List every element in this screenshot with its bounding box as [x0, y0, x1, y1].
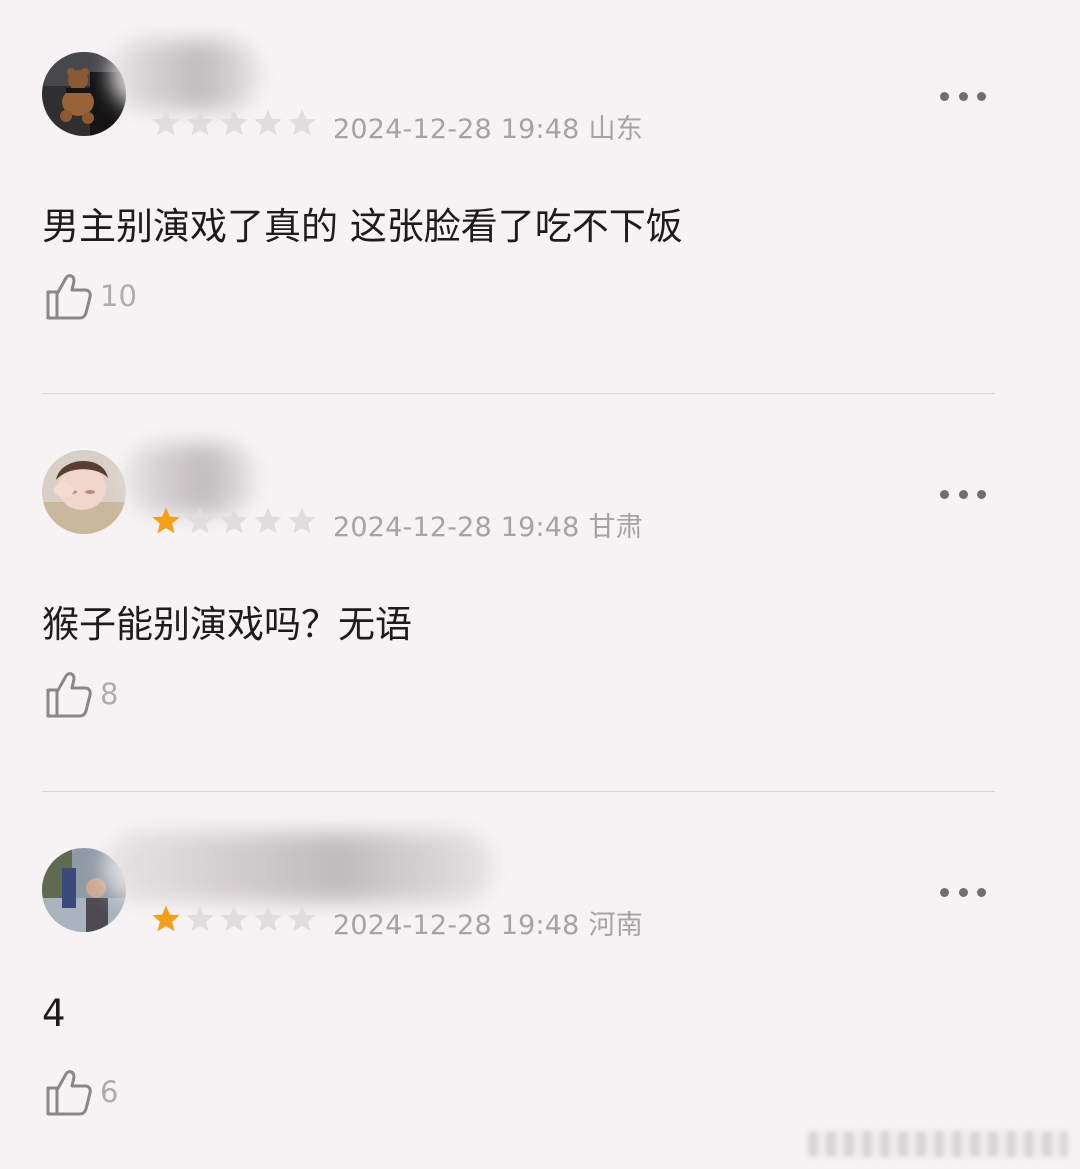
divider: [42, 393, 995, 394]
username-blurred: [124, 444, 256, 514]
comment-time: 2024-12-28 19:48: [333, 910, 580, 941]
star-rating: [150, 904, 318, 934]
thumbs-up-icon: [46, 672, 92, 718]
like-count: 6: [100, 1075, 119, 1109]
star-empty-icon: [152, 109, 180, 136]
like-button[interactable]: 10: [44, 270, 137, 322]
comment-location: 河南: [588, 910, 643, 941]
more-options-button[interactable]: [940, 882, 986, 902]
star-empty-icon: [254, 109, 282, 136]
star-empty-icon: [186, 507, 214, 534]
comment-text: 4: [42, 992, 66, 1035]
watermark: [808, 1131, 1068, 1157]
username-blurred: [110, 40, 260, 110]
comment-list-page: 2024-12-28 19:48 山东 男主别演戏了真的 这张脸看了吃不下饭 10: [0, 0, 1080, 1169]
divider: [42, 791, 995, 792]
star-empty-icon: [288, 905, 316, 932]
more-dots-icon: [940, 91, 949, 101]
comment-meta: 2024-12-28 19:48 河南: [333, 903, 643, 942]
star-filled-icon: [152, 905, 180, 932]
like-count: 8: [100, 677, 119, 711]
comment-location: 山东: [588, 114, 643, 145]
username-blurred: [104, 832, 494, 902]
star-empty-icon: [186, 905, 214, 932]
avatar[interactable]: [42, 450, 126, 534]
comment-item: 2024-12-28 19:48 山东 男主别演戏了真的 这张脸看了吃不下饭 10: [0, 0, 1080, 398]
star-empty-icon: [220, 507, 248, 534]
like-count: 10: [100, 279, 137, 313]
star-empty-icon: [288, 507, 316, 534]
comment-time: 2024-12-28 19:48: [333, 512, 580, 543]
more-dot: [958, 887, 968, 897]
thumbs-up-icon: [46, 274, 92, 320]
comment-time: 2024-12-28 19:48: [333, 114, 580, 145]
comment-text: 猴子能别演戏吗？无语: [42, 603, 412, 646]
star-rating: [150, 108, 318, 138]
more-options-button[interactable]: [940, 484, 986, 504]
like-button[interactable]: 6: [44, 1066, 118, 1118]
more-dot: [977, 489, 986, 499]
comment-meta: 2024-12-28 19:48 甘肃: [333, 505, 643, 544]
comment-item: 2024-12-28 19:48 甘肃 猴子能别演戏吗？无语 8: [0, 398, 1080, 796]
more-dot: [977, 887, 986, 897]
more-dot: [958, 489, 968, 499]
more-dot: [977, 91, 986, 101]
star-empty-icon: [186, 109, 214, 136]
more-dots-icon: [940, 489, 949, 499]
comment-meta: 2024-12-28 19:48 山东: [333, 107, 643, 146]
star-rating: [150, 506, 318, 536]
more-options-button[interactable]: [940, 86, 986, 106]
star-empty-icon: [254, 905, 282, 932]
comment-text: 男主别演戏了真的 这张脸看了吃不下饭: [42, 205, 683, 248]
comment-location: 甘肃: [588, 512, 643, 543]
more-dot: [958, 91, 968, 101]
star-empty-icon: [288, 109, 316, 136]
star-empty-icon: [254, 507, 282, 534]
star-empty-icon: [220, 905, 248, 932]
star-empty-icon: [220, 109, 248, 136]
thumbs-up-icon: [46, 1070, 92, 1116]
like-button[interactable]: 8: [44, 668, 118, 720]
more-dots-icon: [940, 887, 949, 897]
comment-item: 2024-12-28 19:48 河南 4 6: [0, 796, 1080, 1169]
avatar-image: [42, 450, 126, 534]
star-filled-icon: [152, 507, 180, 534]
